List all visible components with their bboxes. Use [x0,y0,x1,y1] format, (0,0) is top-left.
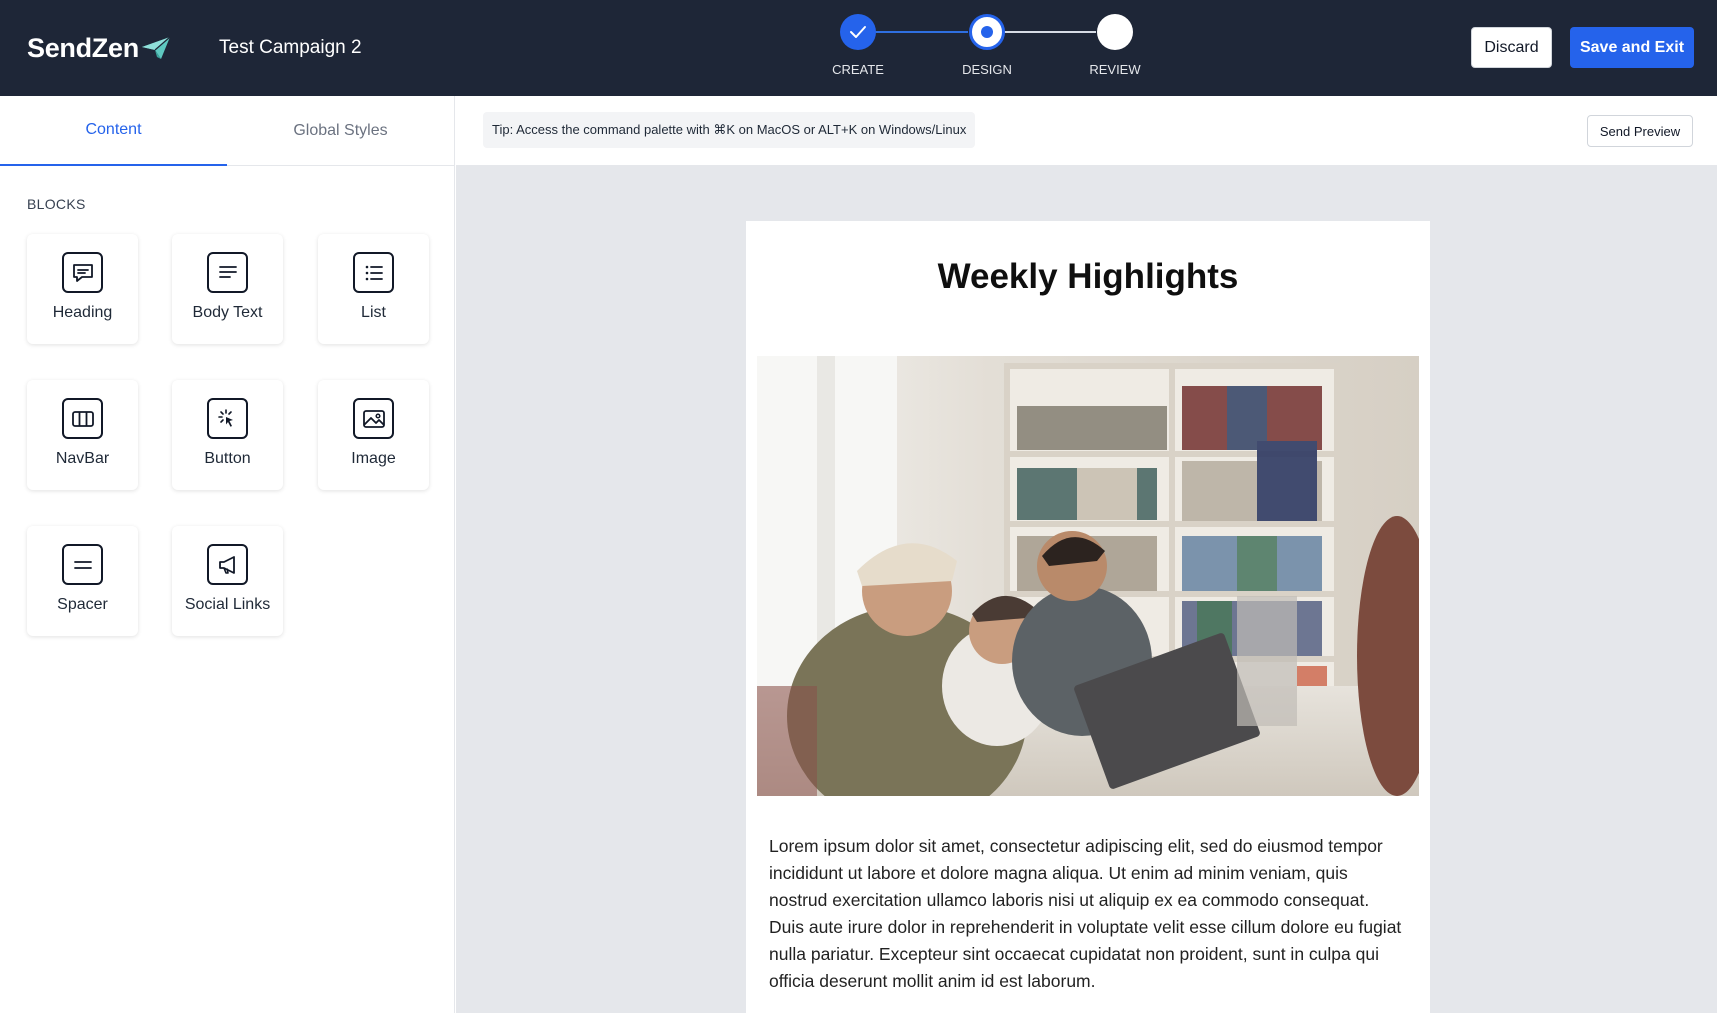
command-palette-tip: Tip: Access the command palette with ⌘K … [483,112,976,148]
step-review-circle[interactable] [1097,14,1133,50]
step-create-circle[interactable] [840,14,876,50]
email-heading-block[interactable]: Weekly Highlights [746,257,1430,297]
block-label: Heading [52,304,113,321]
block-social-links[interactable]: Social Links [172,526,283,636]
block-label: Spacer [57,596,108,613]
brand-logo[interactable]: SendZen [27,33,171,64]
discard-button[interactable]: Discard [1471,27,1552,68]
block-label: List [361,304,386,321]
navbar-icon [62,398,103,439]
block-navbar[interactable]: NavBar [27,380,138,490]
block-list[interactable]: List [318,234,429,344]
top-bar: SendZen Test Campaign 2 CREATE DESIGN RE… [0,0,1717,96]
block-label: Image [351,450,396,467]
email-body-text-block[interactable]: Lorem ipsum dolor sit amet, consectetur … [769,833,1409,995]
send-preview-button[interactable]: Send Preview [1587,115,1693,147]
email-image-block[interactable] [757,356,1419,796]
tab-content[interactable]: Content [0,96,227,166]
email-canvas: Weekly Highlights Lorem ipsum dolor sit … [456,166,1717,1013]
blocks-sidebar: Content Global Styles BLOCKS Heading Bod… [0,96,455,1013]
button-icon [207,398,248,439]
body-text-icon [207,252,248,293]
step-design-label: DESIGN [962,62,1012,77]
campaign-name[interactable]: Test Campaign 2 [219,37,362,59]
paper-plane-icon [141,36,171,59]
save-and-exit-button[interactable]: Save and Exit [1570,27,1694,68]
block-label: Social Links [184,596,271,613]
block-image[interactable]: Image [318,380,429,490]
editor-toolbar: Tip: Access the command palette with ⌘K … [456,96,1717,166]
team-photo [757,356,1419,796]
step-design-circle[interactable] [969,14,1005,50]
check-icon [850,26,866,38]
block-spacer[interactable]: Spacer [27,526,138,636]
heading-icon [62,252,103,293]
spacer-icon [62,544,103,585]
image-icon [353,398,394,439]
block-heading[interactable]: Heading [27,234,138,344]
email-preview: Weekly Highlights Lorem ipsum dolor sit … [746,221,1430,1013]
block-label: NavBar [55,450,110,467]
block-label: Button [204,450,251,467]
sidebar-tabs: Content Global Styles [0,96,454,166]
step-review-label: REVIEW [1089,62,1141,77]
social-links-icon [207,544,248,585]
step-connector-upcoming [990,31,1096,33]
tab-global-styles[interactable]: Global Styles [227,96,454,166]
block-label: Body Text [192,304,263,321]
list-icon [353,252,394,293]
block-body-text[interactable]: Body Text [172,234,283,344]
progress-stepper: CREATE DESIGN REVIEW [820,14,1141,84]
blocks-section-title: BLOCKS [27,196,86,212]
step-create-label: CREATE [832,62,884,77]
brand-name: SendZen [27,33,139,63]
block-button[interactable]: Button [172,380,283,490]
